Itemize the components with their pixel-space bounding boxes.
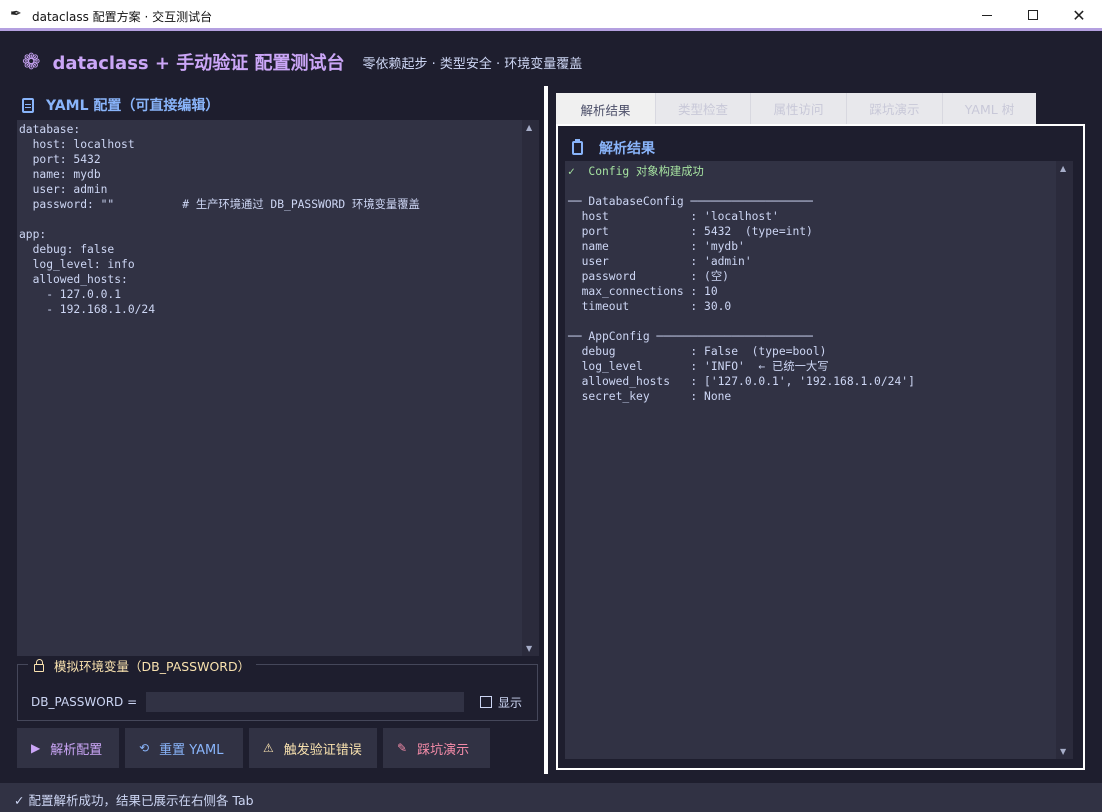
clipboard-icon (572, 139, 583, 155)
status-bar: ✓ 配置解析成功，结果已展示在右侧各 Tab (0, 783, 1102, 812)
env-var-legend: 模拟环境变量（DB_PASSWORD） (28, 656, 257, 675)
app-header: ❁ dataclass + 手动验证 配置测试台 零依赖起步 · 类型安全 · … (22, 48, 582, 76)
close-button[interactable]: ✕ (1056, 0, 1102, 30)
document-icon (22, 97, 34, 113)
yaml-editor-content[interactable]: database: host: localhost port: 5432 nam… (19, 122, 420, 317)
minimize-icon (982, 14, 992, 16)
editor-title-label: YAML 配置（可直接编辑） (46, 98, 220, 114)
env-var-group: 模拟环境变量（DB_PASSWORD） DB_PASSWORD = 显示 (17, 656, 538, 721)
pitfall-demo-button[interactable]: ✎ 踩坑演示 (383, 728, 490, 768)
scroll-down-icon[interactable]: ▼ (1060, 747, 1066, 756)
minimize-button[interactable] (964, 0, 1010, 30)
tab-parse-result[interactable]: 解析结果 (556, 93, 655, 126)
app-subtitle: 零依赖起步 · 类型安全 · 环境变量覆盖 (362, 56, 583, 72)
scroll-up-icon[interactable]: ▲ (1060, 164, 1066, 173)
reset-yaml-label: 重置 YAML (159, 742, 224, 758)
show-password-label[interactable]: 显示 (498, 694, 522, 711)
results-panel: 解析结果 ✓ Config 对象构建成功 ── DatabaseConfig ─… (556, 124, 1085, 770)
warning-icon: ⚠ (263, 741, 274, 755)
close-icon: ✕ (1072, 5, 1086, 25)
results-body: ── DatabaseConfig ────────────────── hos… (568, 195, 915, 403)
env-legend-label: 模拟环境变量（DB_PASSWORD） (54, 659, 251, 674)
pitfall-demo-label: 踩坑演示 (417, 742, 470, 758)
wrench-icon: ✎ (397, 741, 408, 755)
results-title: 解析结果 (572, 138, 655, 158)
play-icon: ▶ (31, 741, 41, 755)
db-password-label: DB_PASSWORD = (31, 695, 138, 709)
tab-type-check[interactable]: 类型检查 (655, 93, 750, 124)
results-output[interactable]: ✓ Config 对象构建成功 ── DatabaseConfig ──────… (565, 161, 1056, 759)
window-titlebar: ✒ dataclass 配置方案 · 交互测试台 ✕ (0, 0, 1102, 31)
feather-icon: ✒ (10, 6, 22, 22)
window-title: dataclass 配置方案 · 交互测试台 (32, 10, 213, 24)
app-title: dataclass + 手动验证 配置测试台 (52, 53, 345, 74)
scroll-up-icon[interactable]: ▲ (526, 123, 532, 132)
editor-section-title: YAML 配置（可直接编辑） (22, 95, 219, 115)
reset-yaml-button[interactable]: ⟲ 重置 YAML (125, 728, 243, 768)
scroll-down-icon[interactable]: ▼ (526, 644, 532, 653)
success-line: ✓ Config 对象构建成功 (568, 165, 704, 178)
results-scrollbar[interactable]: ▲ ▼ (1056, 161, 1073, 759)
trigger-error-button[interactable]: ⚠ 触发验证错误 (249, 728, 377, 768)
pane-divider[interactable] (544, 86, 548, 774)
tab-pitfall-demo[interactable]: 踩坑演示 (846, 93, 942, 124)
tab-yaml-tree[interactable]: YAML 树 (942, 93, 1036, 124)
parse-config-label: 解析配置 (50, 742, 103, 758)
results-text[interactable]: ✓ Config 对象构建成功 ── DatabaseConfig ──────… (568, 164, 915, 404)
lock-icon (34, 658, 44, 672)
yaml-editor[interactable]: database: host: localhost port: 5432 nam… (17, 120, 522, 656)
status-text: ✓ 配置解析成功，结果已展示在右侧各 Tab (14, 793, 254, 808)
show-password-checkbox[interactable] (480, 696, 492, 708)
tab-attribute-access[interactable]: 属性访问 (750, 93, 846, 124)
editor-scrollbar[interactable]: ▲ ▼ (522, 120, 539, 656)
maximize-button[interactable] (1010, 0, 1056, 30)
gear-icon: ❁ (22, 49, 41, 75)
db-password-input[interactable] (146, 692, 464, 712)
maximize-icon (1028, 10, 1038, 20)
trigger-error-label: 触发验证错误 (283, 742, 362, 758)
results-title-label: 解析结果 (599, 141, 655, 157)
refresh-icon: ⟲ (139, 741, 150, 755)
parse-config-button[interactable]: ▶ 解析配置 (17, 728, 119, 768)
